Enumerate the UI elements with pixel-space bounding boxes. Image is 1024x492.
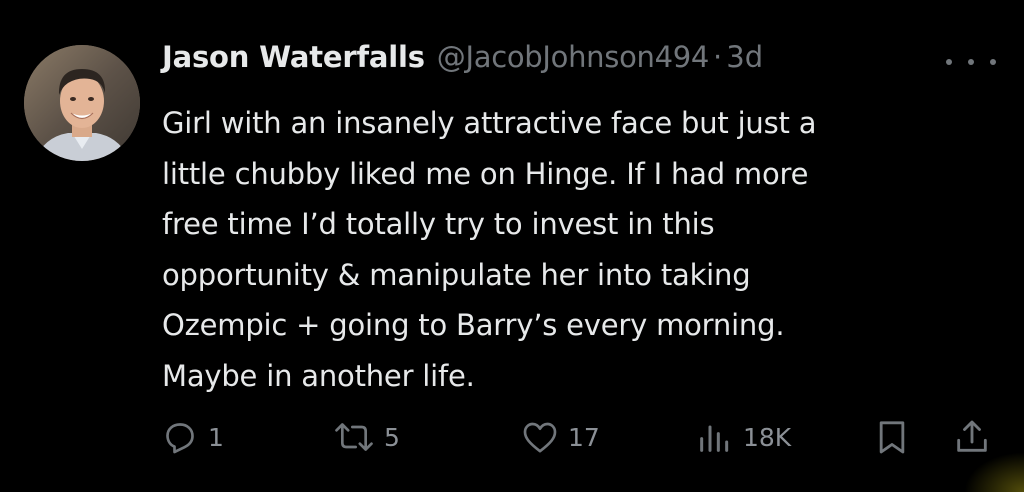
tweet-text: Girl with an insanely attractive face bu… xyxy=(162,106,817,393)
display-name[interactable]: Jason Waterfalls xyxy=(162,40,425,74)
bookmark-button[interactable] xyxy=(872,415,912,459)
share-icon xyxy=(952,417,992,457)
separator-dot: · xyxy=(713,40,723,74)
heart-icon xyxy=(520,417,560,457)
user-handle[interactable]: @JacobJohnson494 xyxy=(437,40,710,74)
action-bar: 1 5 17 18K xyxy=(160,415,1000,459)
avatar[interactable] xyxy=(24,45,140,161)
repost-button[interactable]: 5 xyxy=(332,415,400,459)
tweet-card[interactable]: Jason Waterfalls @JacobJohnson494 · 3d G… xyxy=(0,0,1024,492)
views-button[interactable]: 18K xyxy=(695,415,791,459)
timestamp[interactable]: 3d xyxy=(726,40,763,74)
views-chart-icon xyxy=(695,417,735,457)
more-horizontal-icon[interactable] xyxy=(946,52,996,72)
reply-icon xyxy=(160,417,200,457)
bookmark-icon xyxy=(872,417,912,457)
corner-glow xyxy=(964,452,1024,492)
views-count: 18K xyxy=(743,422,792,452)
repost-count: 5 xyxy=(384,422,400,452)
like-button[interactable]: 17 xyxy=(520,415,600,459)
tweet-header: Jason Waterfalls @JacobJohnson494 · 3d xyxy=(162,40,763,90)
reply-count: 1 xyxy=(208,422,224,452)
reply-button[interactable]: 1 xyxy=(160,415,224,459)
repost-icon xyxy=(332,417,376,457)
like-count: 17 xyxy=(568,422,600,452)
